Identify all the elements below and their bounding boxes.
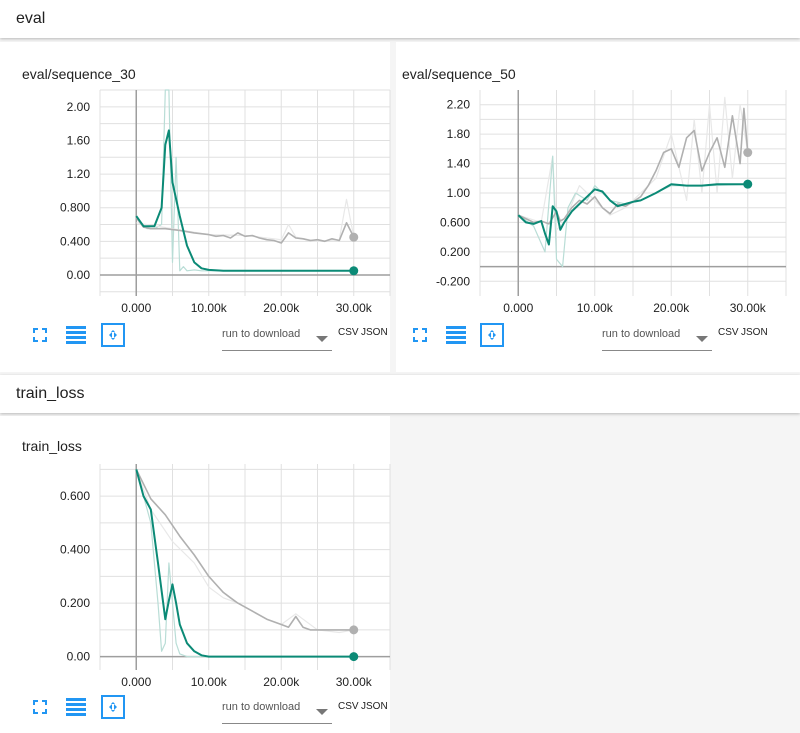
y-tick-label: 0.00 (67, 650, 91, 664)
y-tick-label: 0.200 (60, 596, 90, 610)
x-tick-label: 10.00k (191, 301, 228, 315)
select-placeholder: run to download (602, 328, 681, 340)
x-tick-label: 20.00k (263, 301, 300, 315)
chevron-down-icon (696, 336, 708, 342)
line-chart: 0.600 0.400 0.200 0.00 0.000 10.00k 20.00k 30.0… (60, 464, 391, 689)
run-download-select[interactable]: run to download (602, 328, 712, 351)
chart-card-sequence-50: eval/sequence_50 2.20 1.80 1.40 1.00 0.600 0.… (396, 42, 800, 372)
run-download-select[interactable]: run to download (222, 328, 332, 351)
fit-domain-icon[interactable] (101, 695, 125, 719)
y-tick-label: 0.600 (60, 489, 90, 503)
chart-card-sequence-30: eval/sequence_30 2.00 1.60 1.20 0.800 0.400 0… (0, 42, 391, 372)
series-end-marker (743, 179, 753, 189)
line-chart: 2.00 1.60 1.20 0.800 0.400 0.00 0.000 10.00k 20.… (60, 89, 391, 315)
y-tick-label: 0.400 (60, 543, 90, 557)
series-end-marker (349, 266, 359, 276)
section-title: train_loss (16, 385, 85, 402)
y-tick-label: 0.00 (67, 268, 91, 282)
y-tick-label: 1.00 (447, 186, 471, 200)
fit-screen-icon[interactable] (29, 696, 51, 718)
list-icon[interactable] (65, 324, 87, 346)
section-header-eval[interactable]: eval (0, 0, 800, 38)
y-tick-label: 0.800 (60, 201, 90, 215)
y-tick-label: 1.80 (447, 127, 471, 141)
y-tick-label: 1.40 (447, 157, 471, 171)
fit-screen-icon[interactable] (29, 324, 51, 346)
x-tick-label: 20.00k (263, 675, 300, 689)
select-placeholder: run to download (222, 328, 301, 340)
line-chart: 2.20 1.80 1.40 1.00 0.600 0.200 -0.200 0.000 10.… (436, 90, 787, 315)
json-link[interactable]: JSON (741, 327, 768, 338)
csv-link[interactable]: CSV (718, 327, 739, 338)
list-icon[interactable] (65, 696, 87, 718)
series-end-marker (349, 625, 359, 635)
section-title: eval (16, 10, 46, 27)
section-header-train-loss[interactable]: train_loss (0, 375, 800, 413)
fit-domain-icon[interactable] (101, 323, 125, 347)
x-tick-label: 10.00k (191, 675, 228, 689)
x-tick-label: 30.00k (336, 301, 373, 315)
json-link[interactable]: JSON (361, 701, 388, 712)
y-tick-label: 2.20 (447, 98, 471, 112)
run-download-select[interactable]: run to download (222, 701, 332, 724)
y-tick-label: 0.400 (60, 234, 90, 248)
y-tick-label: 1.20 (67, 167, 91, 181)
y-tick-label: 0.600 (440, 215, 470, 229)
list-icon[interactable] (445, 324, 467, 346)
chart-card-train-loss: train_loss 0.600 0.400 0.200 0.00 0.000 10.00… (0, 416, 391, 733)
y-tick-label: 2.00 (67, 100, 91, 114)
chevron-down-icon (316, 336, 328, 342)
x-tick-label: 0.000 (121, 675, 151, 689)
csv-link[interactable]: CSV (338, 327, 359, 338)
series-end-marker (349, 232, 359, 242)
csv-link[interactable]: CSV (338, 701, 359, 712)
fit-domain-icon[interactable] (480, 323, 504, 347)
select-placeholder: run to download (222, 701, 301, 713)
y-tick-label: -0.200 (436, 274, 470, 288)
x-tick-label: 20.00k (653, 301, 690, 315)
fit-screen-icon[interactable] (409, 324, 431, 346)
x-tick-label: 0.000 (503, 301, 533, 315)
x-tick-label: 10.00k (577, 301, 614, 315)
x-tick-label: 30.00k (730, 301, 767, 315)
series-end-marker (349, 652, 359, 662)
series-end-marker (743, 148, 753, 158)
y-tick-label: 1.60 (67, 133, 91, 147)
y-tick-label: 0.200 (440, 245, 470, 259)
x-tick-label: 0.000 (121, 301, 151, 315)
chevron-down-icon (316, 709, 328, 715)
x-tick-label: 30.00k (336, 675, 373, 689)
json-link[interactable]: JSON (361, 327, 388, 338)
